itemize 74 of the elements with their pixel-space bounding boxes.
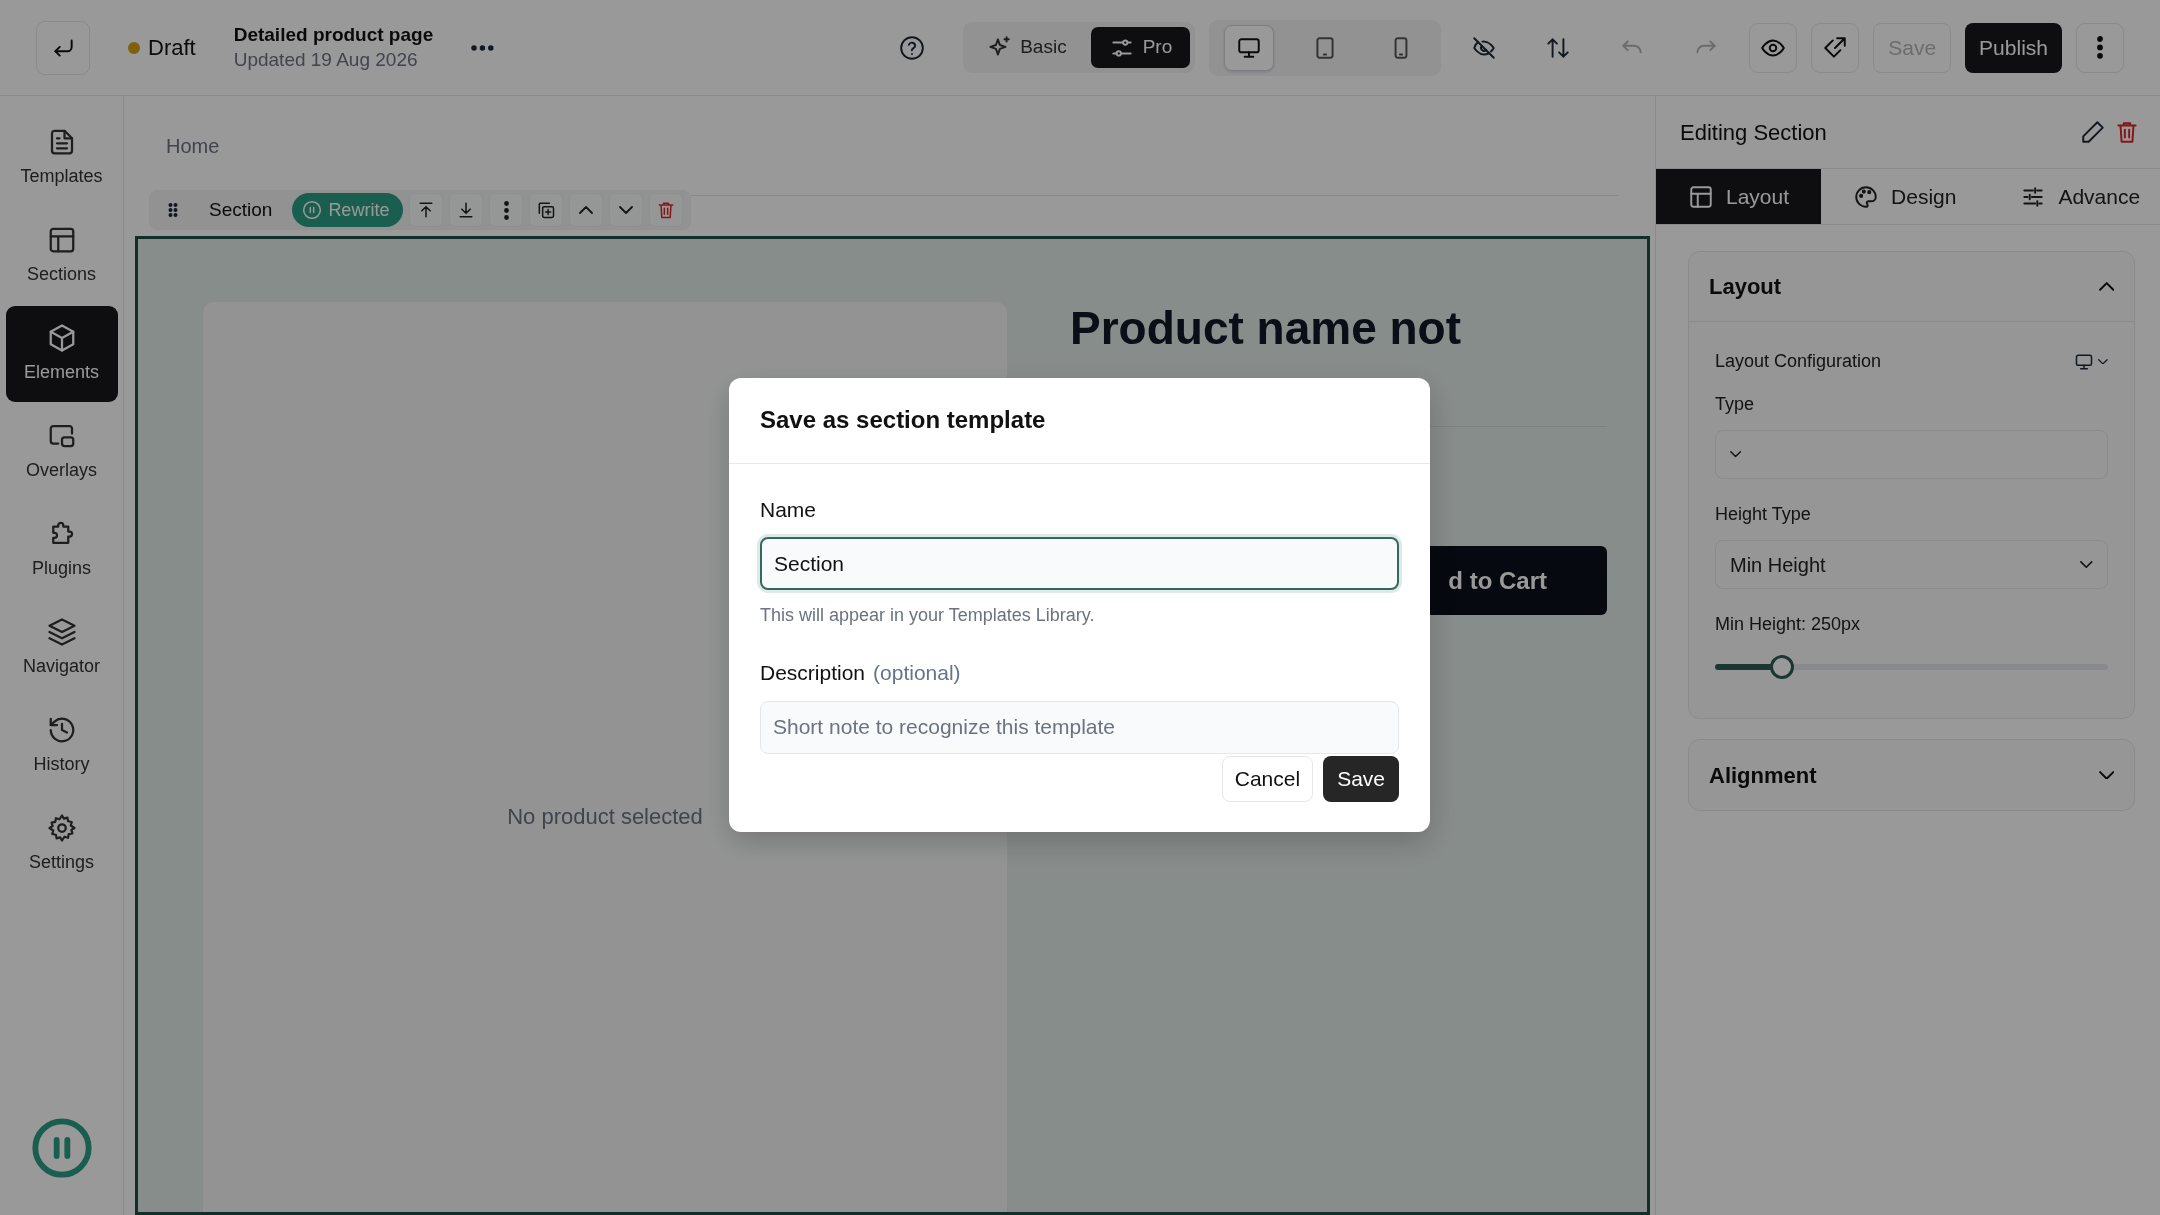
page-title: Detailed product page — [233, 22, 434, 47]
cancel-button[interactable]: Cancel — [1221, 755, 1314, 802]
field-label: Min Height: 250px — [1715, 613, 1862, 636]
duplicate-button[interactable] — [529, 193, 564, 227]
field-label: Name — [760, 496, 818, 523]
chevron-down-icon — [2080, 560, 2093, 569]
sidebar-item[interactable]: Navigator — [5, 600, 118, 696]
more-button[interactable] — [2076, 22, 2124, 73]
copy-plus-icon — [536, 200, 557, 220]
breadcrumb-link[interactable]: Home — [166, 130, 220, 161]
section-label: Section — [208, 197, 274, 222]
pencil-icon[interactable] — [2080, 119, 2106, 145]
sidebar-item[interactable]: Sections — [5, 208, 118, 304]
publish-button[interactable]: Publish — [1965, 22, 2062, 73]
dialog-title: Save as section template — [760, 406, 1047, 435]
height-type-select[interactable]: Min Height — [1715, 540, 2108, 589]
mode-tab[interactable]: Pro — [1090, 27, 1191, 68]
palette-icon — [1853, 183, 1880, 210]
back-button[interactable] — [36, 20, 90, 75]
layers-icon — [46, 616, 77, 647]
name-input[interactable]: Section — [760, 537, 1399, 591]
panel-tab[interactable]: Layout — [1656, 169, 1822, 224]
chevron-down-icon — [619, 206, 634, 214]
sidebar-item[interactable]: Templates — [5, 110, 118, 206]
trash-icon[interactable] — [2114, 119, 2140, 145]
sidebar-item[interactable]: Elements — [5, 306, 118, 402]
updated-date: Updated 19 Aug 2026 — [233, 47, 419, 72]
mode-tab[interactable]: Basic — [968, 27, 1085, 68]
kebab-icon — [2097, 36, 2103, 59]
field-label: Description — [760, 660, 866, 687]
help-icon[interactable] — [899, 34, 926, 61]
optional-note: (optional) — [873, 660, 961, 687]
panel-tab[interactable]: Advance — [1988, 169, 2160, 224]
field-label: Type — [1715, 393, 1756, 416]
accordion-header[interactable]: Layout — [1689, 252, 2134, 322]
ellipsis-icon[interactable] — [471, 44, 494, 51]
save-button[interactable]: Save — [1323, 755, 1399, 802]
delete-button[interactable] — [649, 193, 684, 227]
chevron-up-icon — [579, 206, 594, 214]
preview-button[interactable] — [1749, 22, 1798, 73]
move-up-button[interactable] — [569, 193, 604, 227]
eye-off-icon[interactable] — [1471, 34, 1498, 61]
settings-icon — [46, 812, 77, 843]
circle-bars-icon[interactable] — [29, 1116, 94, 1180]
more-button[interactable] — [489, 193, 524, 227]
field-label: Height Type — [1715, 503, 1812, 526]
circle-bars-icon — [302, 200, 323, 220]
sidebar-item[interactable]: History — [5, 698, 118, 794]
chevron-down-icon — [2098, 770, 2114, 780]
sidebar-item[interactable]: Settings — [5, 796, 118, 892]
chevron-down-icon — [1730, 451, 1742, 458]
move-down-button[interactable] — [609, 193, 644, 227]
layout-icon — [1688, 183, 1714, 210]
status-label: Draft — [148, 34, 196, 62]
panel-tab[interactable]: Design — [1821, 169, 1989, 224]
desktop-view-button[interactable] — [1224, 24, 1275, 71]
share-button[interactable] — [1811, 22, 1860, 73]
field-label: Layout Configuration — [1715, 350, 1882, 373]
move-to-bottom-button[interactable] — [449, 193, 484, 227]
sidebar-item[interactable]: Overlays — [5, 404, 118, 500]
accordion-header[interactable]: Alignment — [1689, 740, 2134, 810]
sidebar-item[interactable]: Plugins — [5, 502, 118, 598]
status-dot — [128, 41, 140, 54]
panel-title: Editing Section — [1680, 118, 1828, 147]
help-text: This will appear in your Templates Library. — [760, 604, 1096, 628]
chevron-down-icon[interactable] — [2098, 358, 2108, 365]
product-heading: Product name not — [1070, 301, 1463, 356]
empty-message: No product selected — [507, 802, 703, 831]
chevron-up-icon — [2098, 282, 2114, 291]
slider-thumb[interactable] — [1769, 655, 1794, 679]
description-input[interactable]: Short note to recognize this template — [760, 700, 1399, 754]
arrow-out-icon — [1822, 34, 1849, 61]
move-to-top-button[interactable] — [409, 193, 444, 227]
kebab-icon — [503, 200, 509, 220]
